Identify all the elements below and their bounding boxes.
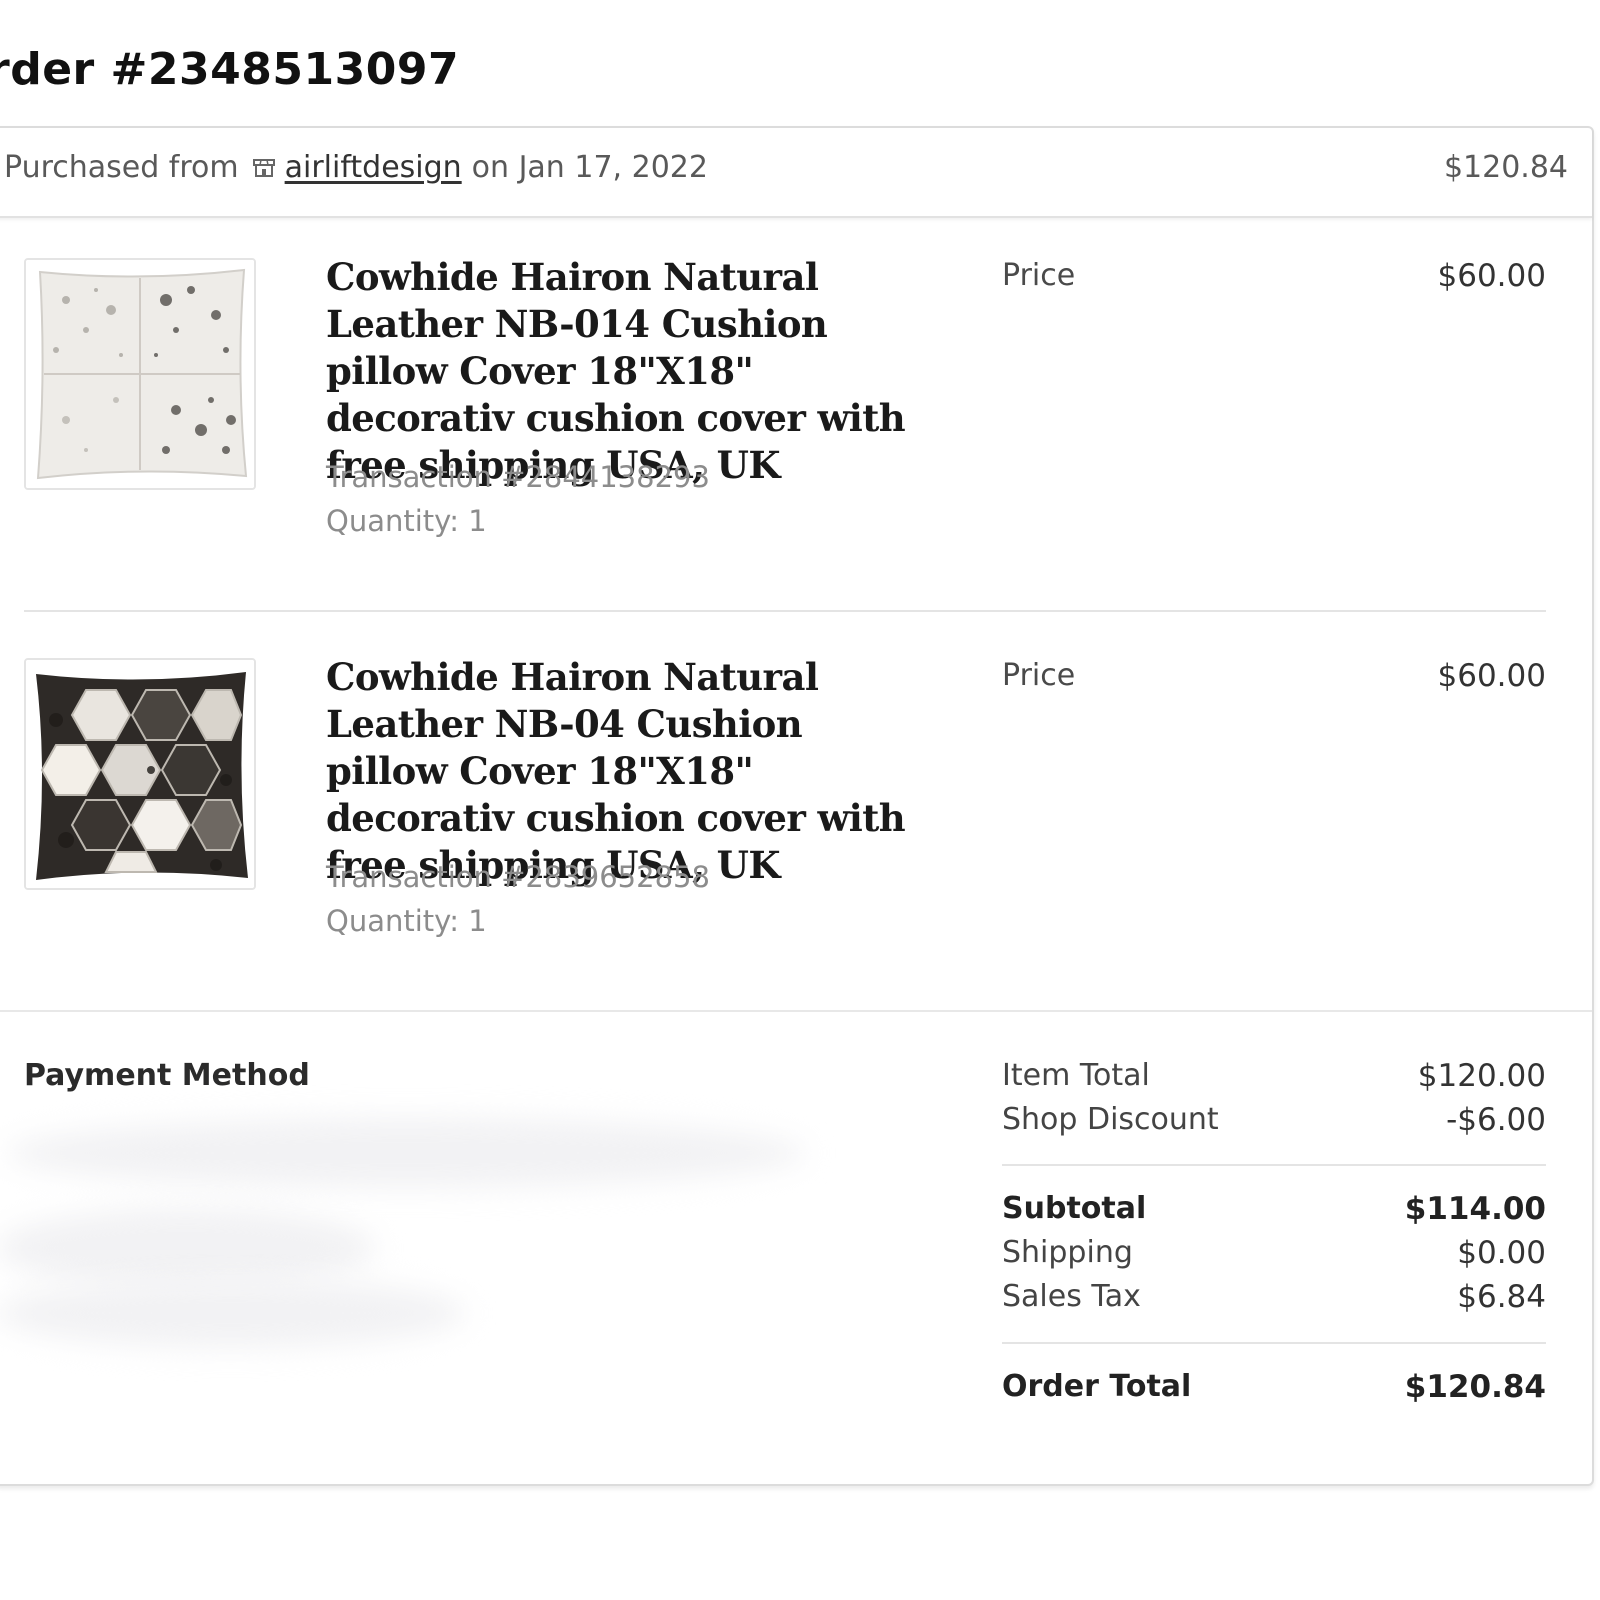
item-transaction: Transaction #2839652858 [326, 860, 710, 894]
shipping-value: $0.00 [1457, 1235, 1546, 1271]
redacted-payment-info [0, 1278, 466, 1348]
item-title[interactable]: Cowhide Hairon Natural Leather NB-04 Cus… [326, 654, 926, 889]
order-total-value: $120.84 [1404, 1369, 1546, 1405]
order-details-page: rder #2348513097 Purchased from airliftd… [0, 0, 1600, 1600]
order-card-header: Purchased from airliftdesign on Jan 17, … [0, 128, 1592, 218]
sales-tax-label: Sales Tax [1002, 1279, 1141, 1314]
subtotal-value: $114.00 [1404, 1191, 1546, 1227]
order-total-label: Order Total [1002, 1369, 1192, 1404]
item-title[interactable]: Cowhide Hairon Natural Leather NB-014 Cu… [326, 254, 926, 489]
shop-discount-value: -$6.00 [1446, 1102, 1546, 1138]
purchased-from-label: Purchased from [4, 150, 239, 185]
payment-method-label: Payment Method [24, 1058, 310, 1093]
shop-link[interactable]: airliftdesign [285, 150, 462, 185]
redacted-payment-info [0, 1208, 376, 1288]
item-total-label: Item Total [1002, 1058, 1150, 1093]
shop-discount-label: Shop Discount [1002, 1102, 1219, 1137]
sales-tax-value: $6.84 [1457, 1279, 1546, 1315]
item-quantity: Quantity: 1 [326, 904, 487, 938]
order-card: Purchased from airliftdesign on Jan 17, … [0, 126, 1594, 1486]
summary-divider [1002, 1164, 1546, 1166]
item-price: $60.00 [1437, 258, 1546, 294]
purchased-from-line: Purchased from airliftdesign on Jan 17, … [4, 150, 708, 185]
item-price-label: Price [1002, 658, 1076, 693]
item-price-label: Price [1002, 258, 1076, 293]
item-image[interactable] [24, 658, 256, 890]
item-total-value: $120.00 [1417, 1058, 1546, 1094]
shop-icon [252, 150, 275, 185]
summary-divider [1002, 1342, 1546, 1344]
purchase-date: on Jan 17, 2022 [471, 150, 708, 185]
shipping-label: Shipping [1002, 1235, 1133, 1270]
header-order-total: $120.84 [1443, 150, 1568, 185]
item-image[interactable] [24, 258, 256, 490]
subtotal-label: Subtotal [1002, 1191, 1147, 1226]
redacted-payment-info [6, 1118, 806, 1188]
section-divider [0, 1010, 1592, 1012]
item-quantity: Quantity: 1 [326, 504, 487, 538]
item-price: $60.00 [1437, 658, 1546, 694]
item-transaction: Transaction #2844138293 [326, 460, 710, 494]
order-title: rder #2348513097 [0, 44, 460, 95]
item-divider [24, 610, 1546, 612]
